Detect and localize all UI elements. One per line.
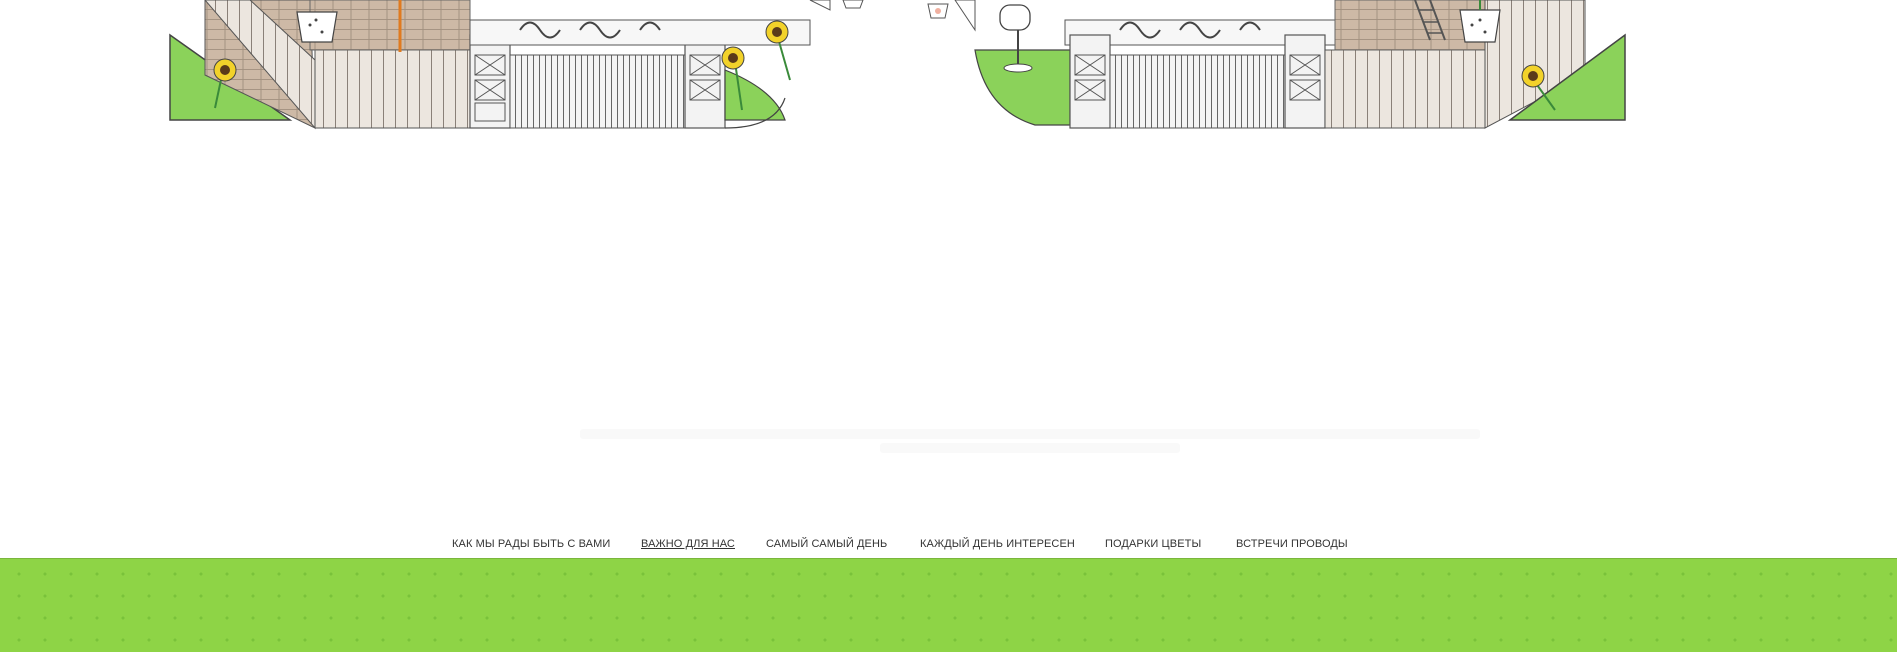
gate-icon [1069, 34, 1111, 129]
nav-item-very-day[interactable]: САМЫЙ САМЫЙ ДЕНЬ [766, 538, 887, 550]
bucket-icon [927, 3, 949, 19]
yard-illustration [169, 0, 1626, 130]
footer-nav: КАК МЫ РАДЫ БЫТЬ С ВАМИ ВАЖНО ДЛЯ НАС СА… [0, 538, 1897, 552]
nav-item-important[interactable]: ВАЖНО ДЛЯ НАС [641, 538, 735, 550]
page: КАК МЫ РАДЫ БЫТЬ С ВАМИ ВАЖНО ДЛЯ НАС СА… [0, 0, 1897, 652]
grass-footer [0, 558, 1897, 652]
nav-item-every-day[interactable]: КАЖДЫЙ ДЕНЬ ИНТЕРЕСЕН [920, 538, 1075, 550]
nav-item-meetings[interactable]: ВСТРЕЧИ ПРОВОДЫ [1236, 538, 1348, 550]
nav-item-gifts-flowers[interactable]: ПОДАРКИ ЦВЕТЫ [1105, 538, 1201, 550]
nav-item-how-glad[interactable]: КАК МЫ РАДЫ БЫТЬ С ВАМИ [452, 538, 610, 550]
bucket-icon [842, 0, 864, 9]
flower-pot-icon [1459, 9, 1501, 43]
flower-pot-icon [296, 11, 338, 43]
left-yard [169, 0, 864, 130]
faded-text-block [560, 425, 1500, 465]
gate-icon [469, 34, 511, 129]
right-yard [927, 0, 1626, 129]
sunflower-icon [765, 20, 791, 81]
